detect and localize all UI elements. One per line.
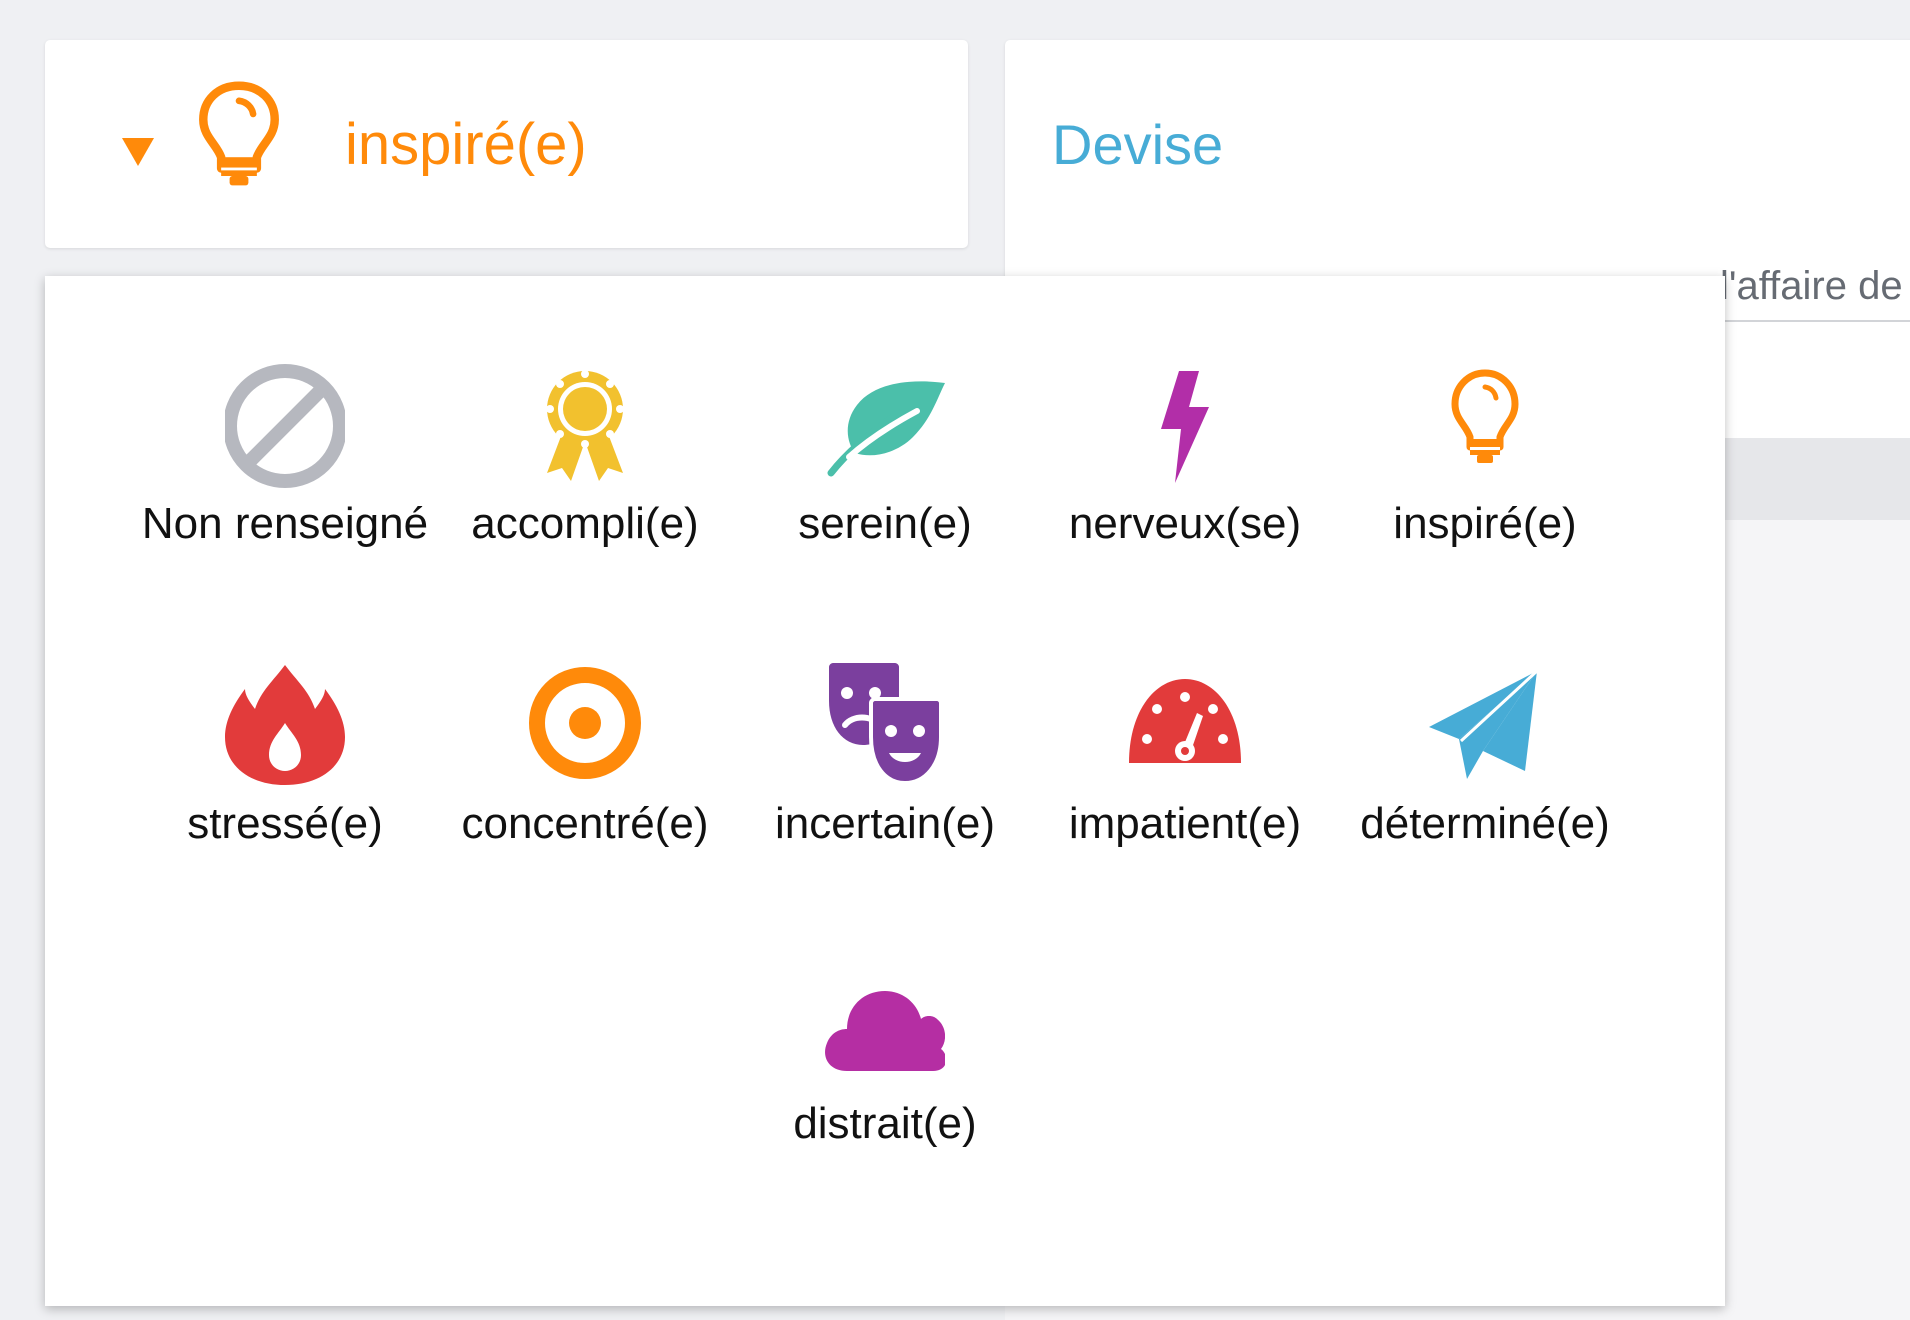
caret-down-icon[interactable] [122, 138, 154, 166]
not-set-icon [225, 364, 345, 488]
mood-option-non-renseigne[interactable]: Non renseigné [135, 361, 435, 591]
devise-title: Devise [1052, 113, 1224, 176]
selected-mood-label[interactable]: inspiré(e) [345, 110, 587, 180]
mood-option-label: nerveux(se) [1068, 499, 1302, 548]
mood-option-label: impatient(e) [1068, 799, 1302, 848]
mood-option-label: accompli(e) [471, 499, 699, 548]
mood-option-label: concentré(e) [461, 799, 709, 848]
devise-input[interactable]: l'affaire de [1720, 262, 1903, 310]
lightning-icon [1161, 371, 1209, 483]
mood-dropdown: Non renseigné accompli(e) serein(e) nerv… [45, 276, 1725, 1306]
mood-option-impatient[interactable]: impatient(e) [1035, 661, 1335, 891]
mood-option-label: distrait(e) [793, 1099, 977, 1148]
mood-option-determine[interactable]: déterminé(e) [1335, 661, 1635, 891]
mood-option-label: déterminé(e) [1360, 799, 1610, 848]
devise-input-underline [1725, 320, 1910, 322]
cloud-icon [825, 991, 945, 1071]
mood-option-serein[interactable]: serein(e) [735, 361, 1035, 591]
mood-option-label: serein(e) [798, 499, 972, 548]
mood-option-label: Non renseigné [141, 499, 429, 548]
mood-option-accompli[interactable]: accompli(e) [435, 361, 735, 591]
mood-option-label: incertain(e) [774, 799, 996, 848]
mood-option-incertain[interactable]: incertain(e) [735, 661, 1035, 891]
mood-option-nerveux[interactable]: nerveux(se) [1035, 361, 1335, 591]
lightbulb-icon [1451, 369, 1519, 463]
fire-icon [225, 665, 345, 785]
mood-option-label: stressé(e) [187, 799, 383, 848]
award-ribbon-icon [546, 370, 624, 481]
mood-option-inspire[interactable]: inspiré(e) [1335, 361, 1635, 591]
mood-option-label: inspiré(e) [1393, 499, 1577, 548]
speedometer-icon [1129, 679, 1241, 763]
leaf-icon [827, 381, 945, 477]
theater-masks-icon [829, 663, 943, 786]
lightbulb-icon [199, 81, 279, 186]
paper-plane-icon [1429, 669, 1539, 779]
mood-option-concentre[interactable]: concentré(e) [435, 661, 735, 891]
target-icon [529, 667, 641, 779]
mood-option-stresse[interactable]: stressé(e) [135, 661, 435, 891]
mood-option-distrait[interactable]: distrait(e) [735, 961, 1035, 1191]
